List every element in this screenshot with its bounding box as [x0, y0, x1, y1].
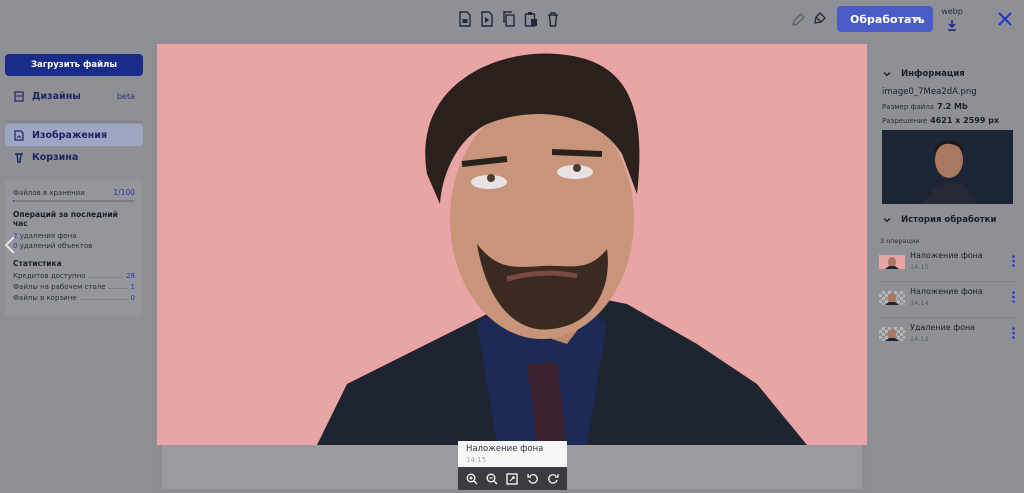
history-item[interactable]: Наложение фона 14:14 — [879, 281, 1021, 314]
stat-value: 28 — [126, 272, 135, 280]
copy-icon[interactable] — [502, 11, 516, 27]
delete-icon[interactable] — [546, 11, 560, 27]
more-options-icon[interactable] — [1012, 327, 1015, 339]
sidebar-item-designs[interactable]: Дизайны beta — [5, 85, 143, 107]
history-thumbnail — [879, 255, 905, 269]
magic-eraser-icon[interactable] — [813, 11, 827, 27]
tooltip-time: 14:15 — [466, 456, 487, 464]
sidebar-item-trash[interactable]: Корзина — [5, 146, 143, 168]
history-item-time: 14:14 — [910, 299, 929, 307]
beta-badge: beta — [116, 91, 135, 101]
history-item-name: Наложение фона — [910, 287, 983, 296]
resolution-value: 4621 x 2599 px — [930, 116, 1000, 125]
bg-removals-stat: 2 удаления фона — [13, 232, 135, 240]
history-section-title: История обработки — [901, 215, 997, 225]
sidebar-item-images[interactable]: Изображения — [5, 124, 143, 146]
stat-row: Файлы в корзине 0 — [13, 294, 135, 302]
trash-icon — [15, 152, 23, 163]
info-section-header[interactable]: Информация — [883, 69, 965, 79]
download-icon — [948, 20, 956, 31]
storage-label: Файлов в хранении — [13, 188, 85, 197]
storage-stats-card: Файлов в хранении 1/100 Операций за посл… — [5, 180, 143, 316]
stat-label: Кредитов доступно — [13, 272, 86, 280]
history-item-name: Наложение фона — [910, 251, 983, 260]
file-size-value: 7.2 Mb — [937, 102, 968, 111]
obj-removals-label: удалений объектов — [19, 242, 93, 250]
file-name: image0_7Mea2dA.png — [882, 87, 977, 97]
more-options-icon[interactable] — [1012, 255, 1015, 267]
stat-label: Файлы в корзине — [13, 294, 77, 302]
storage-progress-bar — [13, 200, 135, 202]
zoom-toolbar — [458, 467, 567, 490]
chevron-down-icon — [883, 218, 891, 223]
obj-removals-stat: 0 удалений объектов — [13, 242, 135, 250]
image-file-icon — [14, 129, 24, 141]
sidebar-item-label: Корзина — [32, 151, 79, 163]
history-thumbnail — [879, 327, 905, 341]
history-section-header[interactable]: История обработки — [883, 215, 996, 225]
left-sidebar: Загрузить файлы Дизайны beta Изображения… — [0, 38, 150, 493]
bg-removals-label: удаления фона — [19, 232, 77, 240]
resolution-label: Разрешение — [882, 117, 928, 125]
info-section-title: Информация — [901, 69, 965, 79]
zoom-out-icon[interactable] — [486, 473, 498, 485]
file-size-row: Размер файла 7.2 Mb — [882, 102, 968, 111]
history-item[interactable]: Удаление фона 14:12 — [879, 317, 1021, 350]
rotate-right-icon[interactable] — [547, 473, 559, 485]
operations-count: 3 операции — [880, 237, 920, 245]
edit-icon[interactable] — [791, 11, 805, 27]
stat-value: 1 — [130, 283, 135, 291]
stat-value: 0 — [130, 294, 135, 302]
process-button[interactable]: Обработать — [837, 6, 933, 32]
chevron-down-icon — [912, 16, 920, 22]
stat-row: Кредитов доступно 28 — [13, 272, 135, 280]
history-thumbnail — [879, 291, 905, 305]
download-format-button[interactable]: webp — [940, 7, 964, 31]
divider — [5, 121, 143, 122]
top-toolbar: Обработать webp — [0, 0, 1024, 38]
save-image-icon[interactable] — [458, 11, 472, 27]
history-item[interactable]: Наложение фона 14:15 — [879, 245, 1021, 278]
history-item-name: Удаление фона — [910, 323, 976, 332]
last-hour-title: Операций за последний час — [13, 210, 118, 228]
close-icon[interactable] — [995, 9, 1015, 29]
stat-label: Файлы на рабочем столе — [13, 283, 106, 291]
storage-value: 1/100 — [113, 188, 135, 197]
chevron-down-icon — [883, 72, 891, 77]
resolution-row: Разрешение 4621 x 2599 px — [882, 116, 999, 125]
history-tooltip: Наложение фона 14:15 — [458, 441, 567, 467]
format-label: webp — [941, 7, 963, 16]
upload-files-button[interactable]: Загрузить файлы — [5, 54, 143, 76]
original-thumbnail[interactable] — [882, 130, 1013, 204]
stat-row: Файлы на рабочем столе 1 — [13, 283, 135, 291]
history-item-time: 14:12 — [910, 335, 929, 343]
fit-screen-icon[interactable] — [506, 472, 519, 485]
sidebar-item-label: Изображения — [32, 129, 108, 141]
edited-image[interactable] — [157, 44, 867, 445]
right-sidebar: Информация image0_7Mea2dA.png Размер фай… — [871, 38, 1024, 493]
file-size-label: Размер файла — [882, 103, 935, 111]
tooltip-title: Наложение фона — [466, 444, 544, 454]
more-options-icon[interactable] — [1012, 291, 1015, 303]
paste-icon[interactable] — [524, 11, 538, 27]
rotate-left-icon[interactable] — [527, 473, 539, 485]
zoom-in-icon[interactable] — [466, 473, 478, 485]
layers-icon — [14, 90, 24, 102]
portrait-photo — [317, 53, 807, 445]
forward-icon[interactable] — [480, 11, 494, 27]
history-item-time: 14:15 — [910, 263, 929, 271]
prev-image-arrow[interactable] — [4, 236, 16, 254]
sidebar-item-label: Дизайны — [32, 90, 81, 102]
statistics-title: Статистика — [13, 259, 62, 268]
